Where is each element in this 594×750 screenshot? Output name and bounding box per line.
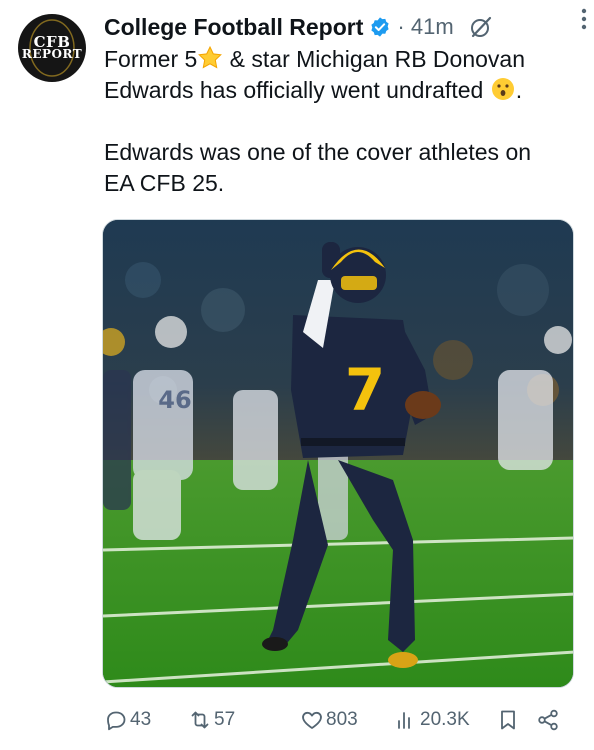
opponent-jersey-number: 46 [158, 386, 191, 414]
reply-count: 43 [130, 709, 152, 730]
verified-badge-icon [371, 17, 390, 37]
heart-icon [302, 711, 322, 729]
like-count: 803 [326, 709, 358, 730]
grok-icon[interactable] [468, 14, 494, 40]
star-emoji-icon [198, 45, 223, 69]
share-icon [538, 709, 558, 731]
time-label: 41m [410, 14, 454, 39]
tweet-line-3: Edwards was one of the cover athletes on [104, 139, 532, 165]
tweet-text: Former 5 & star Michigan RB Donovan Edwa… [104, 44, 584, 199]
line-2-after: . [515, 77, 523, 103]
football-player-photo: 46 7 [103, 220, 573, 687]
tweet-line-4: EA CFB 25. [104, 170, 225, 196]
like-button[interactable]: 803 [300, 708, 358, 732]
surprised-face-emoji-icon [491, 78, 514, 100]
line-1-after: & star Michigan RB Donovan [223, 46, 525, 72]
avatar-text-bottom: REPORT [21, 47, 83, 61]
tweet-photo[interactable]: 46 7 [102, 219, 574, 688]
repost-count: 57 [214, 709, 236, 730]
tweet-line-2: Edwards has officially went undrafted . [104, 75, 584, 106]
more-options-icon[interactable] [578, 6, 590, 32]
player-jersey-number: 7 [345, 356, 385, 424]
repost-icon [191, 711, 209, 729]
share-button[interactable] [536, 708, 562, 732]
reply-button[interactable]: 43 [104, 708, 151, 732]
separator: · [397, 14, 405, 39]
bookmark-icon [501, 710, 515, 730]
tweet-line-1: Former 5 & star Michigan RB Donovan [104, 44, 584, 75]
line-2-text: Edwards has officially went undrafted [104, 77, 484, 103]
bookmark-button[interactable] [496, 708, 522, 732]
author-name[interactable]: College Football Report [104, 14, 363, 41]
repost-button[interactable]: 57 [188, 708, 235, 732]
reply-icon [107, 711, 126, 731]
avatar[interactable]: CFB REPORT [18, 14, 86, 82]
post-time[interactable]: · 41m [397, 14, 453, 40]
views-count: 20.3K [420, 709, 470, 730]
views-button[interactable]: 20.3K [394, 708, 470, 732]
tweet-actions: 43 57 803 20.3K [104, 702, 564, 738]
line-1-before: Former 5 [104, 46, 198, 72]
tweet-header: College Football Report · 41m [104, 10, 574, 44]
views-bar-chart-icon [398, 712, 410, 729]
